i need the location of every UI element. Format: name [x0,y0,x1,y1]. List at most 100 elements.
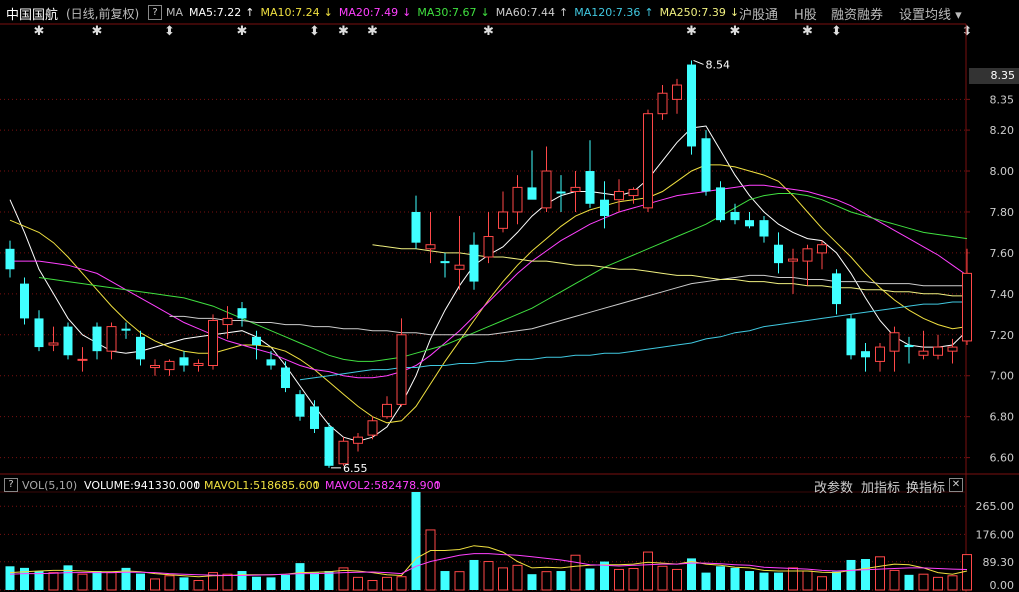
volume-bar-down [324,571,334,590]
candle-body-up [889,332,900,352]
kline-chart: 8.35 8.20 8.00 7.80 7.60 7.40 7.20 7.00 6.80 6.60… [0,23,1019,592]
volume-bar-up [77,573,88,591]
candle-body-up [208,319,218,366]
price-tick-label: 8.00 [990,165,1015,178]
volume-tick-label: 176.00 [976,528,1015,541]
volume-bar-down [63,565,73,590]
candle-body-down [527,187,537,200]
mavol1-value: MAVOL1:518685.600 [204,479,320,492]
volume-panel-header: ? VOL(5,10) VOLUME:941330.000 ↑ MAVOL1:5… [0,476,968,496]
candle-body-down [34,318,44,348]
close-panel-icon[interactable]: ✕ [949,478,963,492]
volume-bar-up [396,576,407,591]
candle-body-down [266,359,276,366]
candle-body-down [745,220,754,227]
candle-body-down [469,244,479,282]
price-tick-label: 7.20 [990,329,1015,342]
volume-bar-down [179,577,189,590]
candle-body-down [121,328,131,331]
candle-body-down [846,318,856,356]
candle-body-down [179,357,189,366]
candle-body-down [600,199,609,217]
annotation-label: 6.55 [343,462,368,475]
candle-body-up [193,362,204,366]
volume-bar-down [904,574,914,590]
volume-bar-up [933,576,943,591]
volume-bar-up [657,565,668,591]
volume-bar-up [918,573,929,591]
vol-value: VOLUME:941330.000 [84,479,201,492]
candle-body-up [498,211,508,229]
switch-indicator-button[interactable]: 换指标 [906,477,945,496]
volume-bar-down [745,571,754,590]
volume-bar-down [846,559,856,590]
candle-body-up [947,346,958,352]
candle-body-up [570,186,581,192]
current-price-tag: 8.35 [969,68,1019,84]
candle-body-up [672,84,682,100]
price-tick-label: 7.40 [990,288,1015,301]
candle-body-up [77,358,88,361]
volume-bar-up [614,568,624,591]
volume-bar-up [338,567,349,591]
volume-bar-down [774,572,783,590]
candle-body-down [411,211,421,243]
price-tick-label: 8.20 [990,124,1015,137]
candle-body-up [338,440,349,465]
volume-bar-down [716,566,725,590]
candle-body-up [802,248,813,262]
volume-bar-down [701,572,711,590]
candle-body-down [774,244,783,264]
edit-params-button[interactable]: 改参数 [814,477,853,496]
candle-body-down [730,211,740,221]
candle-body-up [222,317,233,326]
volume-bar-up [353,576,363,591]
volume-bar-up [48,572,59,591]
volume-bar-up [106,572,117,591]
price-tick-label: 8.35 [990,93,1015,106]
candle-body-down [324,426,334,466]
price-tick-label: 7.80 [990,206,1015,219]
ma-line-ma5 [9,125,968,442]
volume-bar-down [527,574,537,590]
mavol2-arrow: ↑ [433,479,443,492]
candle-body-down [237,308,247,319]
volume-bar-up [222,573,233,591]
volume-bar-down [861,559,870,590]
candle-body-down [701,138,711,192]
candle-body-down [861,351,870,358]
price-tick-label: 6.60 [990,452,1015,465]
candle-body-up [164,360,175,371]
candle-body-down [63,326,73,356]
add-indicator-button[interactable]: 加指标 [861,477,900,496]
volume-bar-up [643,551,653,591]
vol-help-button[interactable]: ? [4,478,18,492]
volume-bar-up [382,576,392,591]
candle-body-down [136,336,145,360]
volume-bar-down [585,568,595,590]
mavol2-value: MAVOL2:582478.900 [325,479,441,492]
ma-line-ma250 [372,244,967,297]
candle-body-up [817,244,827,254]
candle-body-up [396,334,407,405]
volume-bar-up [570,554,581,591]
volume-bar-down [237,571,247,590]
volume-bar-down [252,576,261,590]
volume-bar-up [628,568,639,591]
volume-bar-up [483,561,494,591]
candle-body-up [367,420,378,436]
candle-body-up [933,346,943,356]
candle-body-down [5,248,15,270]
candle-body-down [832,273,841,305]
vol-arrow: ↑ [192,479,202,492]
volume-tick-label: 265.00 [976,500,1015,513]
volume-bar-up [947,575,958,591]
volume-bar-down [281,574,290,590]
volume-bar-up [962,554,972,591]
volume-bar-up [367,580,378,591]
candle-body-up [48,342,59,346]
candle-body-down [20,283,29,319]
volume-bar-down [730,567,740,590]
volume-bar-up [541,571,552,591]
price-tick-label: 6.80 [990,411,1015,424]
